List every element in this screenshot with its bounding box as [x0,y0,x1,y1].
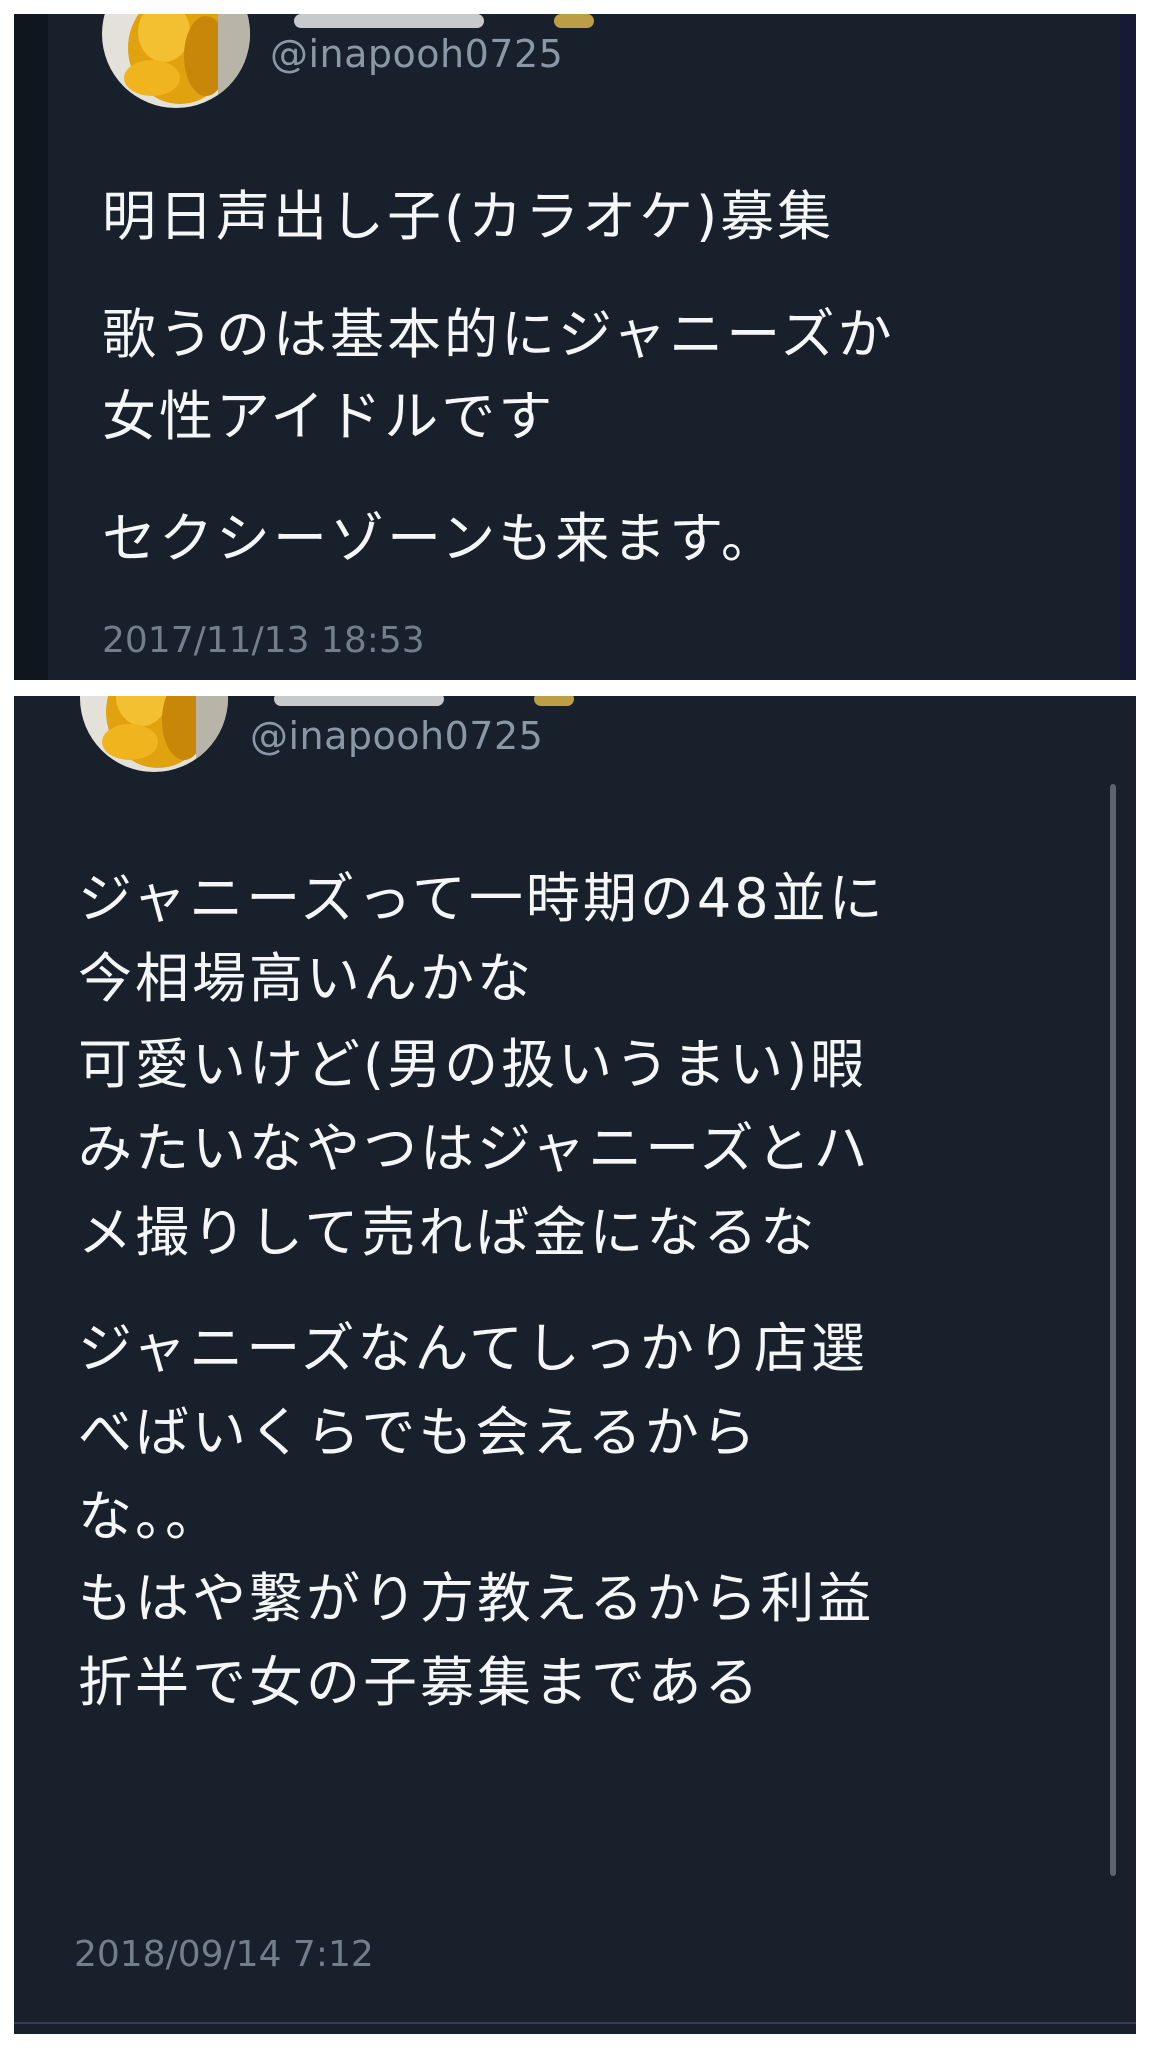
tweet-text-line: 可愛いけど(男の扱いうまい)暇 [78,1033,868,1096]
display-name-cutoff [274,696,444,706]
tweet-text-line: セクシーゾーンも来ます。 [102,507,778,570]
right-edge [1120,14,1136,680]
tweet-text-line: 女性アイドルです [102,385,556,448]
display-name-cutoff [294,14,484,28]
display-name-emoji-cutoff [534,696,574,706]
tweet-text-line: もはや繋がり方教えるから利益 [78,1567,875,1630]
tweet-text-line: 歌うのは基本的にジャニーズか [102,303,895,366]
tweet-text-line: 明日声出し子(カラオケ)募集 [102,185,835,248]
avatar[interactable] [80,696,228,772]
bottom-divider [14,2022,1136,2024]
display-name-emoji-cutoff [554,14,594,28]
tweet-text-line: ジャニーズなんてしっかり店選 [78,1317,868,1380]
tweet-text-line: な。。 [78,1485,222,1548]
tweet-text-line: メ撮りして売れば金になるな [78,1201,818,1264]
avatar[interactable] [102,14,250,108]
left-edge [14,14,48,680]
user-handle[interactable]: @inapooh0725 [250,714,543,758]
tweet-screenshot-1: @inapooh0725 明日声出し子(カラオケ)募集 歌うのは基本的にジャニー… [14,14,1136,680]
tweet-text-line: 今相場高いんかな [78,947,534,1010]
tweet-text-line: みたいなやつはジャニーズとハ [78,1117,871,1180]
tweet-timestamp[interactable]: 2017/11/13 18:53 [102,620,425,661]
bear-avatar-icon [102,14,250,108]
scrollbar[interactable] [1110,784,1116,1876]
user-handle[interactable]: @inapooh0725 [270,32,563,76]
bear-avatar-icon [80,696,228,772]
tweet-screenshot-2: @inapooh0725 ジャニーズって一時期の48並に 今相場高いんかな 可愛… [14,696,1136,2034]
tweet-text-line: 折半で女の子募集まである [78,1651,762,1714]
tweet-text-line: ジャニーズって一時期の48並に [78,867,886,930]
tweet-text-line: べばいくらでも会えるから [78,1401,759,1464]
tweet-timestamp[interactable]: 2018/09/14 7:12 [74,1934,374,1975]
